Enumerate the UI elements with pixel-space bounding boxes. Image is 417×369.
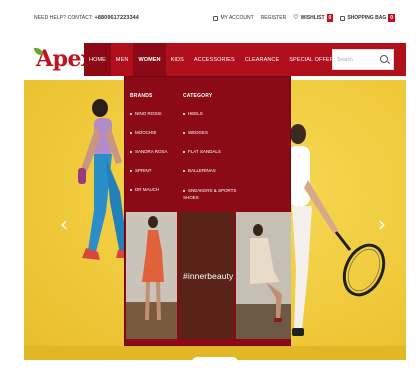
promo-hashtag: #innerbeauty bbox=[183, 271, 234, 281]
register-label: REGISTER bbox=[260, 15, 287, 21]
heart-icon: ♡ bbox=[293, 15, 299, 21]
category-link[interactable]: WEDGES bbox=[183, 130, 241, 136]
search-box[interactable]: Search bbox=[332, 49, 394, 70]
nav-women[interactable]: WOMEN bbox=[133, 43, 166, 76]
nav-kids[interactable]: KIDS bbox=[166, 43, 189, 76]
nav-special-offer[interactable]: SPECIAL OFFER bbox=[284, 43, 339, 76]
chevron-left-icon[interactable]: ‹ bbox=[60, 214, 68, 234]
category-heading: CATEGORY bbox=[183, 93, 213, 99]
model-in-dress-image bbox=[126, 216, 177, 339]
phone-number[interactable]: +8809617223344 bbox=[95, 15, 139, 21]
nav-clearance[interactable]: CLEARANCE bbox=[240, 43, 285, 76]
wishlist-link[interactable]: ♡ WISHLIST 0 bbox=[293, 14, 334, 22]
register-link[interactable]: REGISTER bbox=[261, 15, 287, 21]
my-account-label: MY ACCOUNT bbox=[220, 15, 254, 21]
chevron-right-icon[interactable]: › bbox=[378, 214, 386, 234]
nav-home[interactable]: HOME bbox=[84, 43, 111, 76]
brand-link[interactable]: SANDRA ROSA bbox=[130, 149, 168, 155]
top-utility-bar: NEED HELP? CONTACT: +8809617223344 MY AC… bbox=[0, 0, 417, 40]
slider-pagination[interactable] bbox=[192, 357, 238, 367]
promo-innerbeauty[interactable]: #innerbeauty bbox=[179, 212, 234, 339]
category-link[interactable]: HEELS bbox=[183, 111, 241, 117]
shopping-bag-link[interactable]: SHOPPING BAG 0 bbox=[340, 14, 395, 22]
brand-link[interactable]: SPRINT bbox=[130, 168, 168, 174]
model-seated-image bbox=[236, 224, 291, 339]
promo-image-dress[interactable] bbox=[126, 212, 177, 339]
user-icon bbox=[213, 15, 219, 21]
bag-icon bbox=[340, 15, 346, 21]
women-mega-menu: BRANDS NINO ROSSI MOOCHIE SANDRA ROSA SP… bbox=[124, 76, 291, 346]
account-links: MY ACCOUNT REGISTER ♡ WISHLIST 0 SHOPPIN… bbox=[213, 14, 395, 22]
shopping-bag-label: SHOPPING BAG bbox=[347, 15, 387, 21]
nav-accessories[interactable]: ACCESSORIES bbox=[189, 43, 240, 76]
category-link[interactable]: BALLERINAS bbox=[183, 168, 241, 174]
brands-column: BRANDS NINO ROSSI MOOCHIE SANDRA ROSA SP… bbox=[130, 93, 168, 206]
wishlist-label: WISHLIST bbox=[300, 15, 325, 21]
nav-men[interactable]: MEN bbox=[111, 43, 134, 76]
category-link[interactable]: FLAT SANDALS bbox=[183, 149, 241, 155]
wishlist-count-badge: 0 bbox=[326, 14, 334, 22]
my-account-link[interactable]: MY ACCOUNT bbox=[213, 15, 254, 21]
tennis-player-figure bbox=[288, 124, 386, 336]
help-label: NEED HELP? CONTACT: bbox=[34, 15, 94, 21]
brand-link[interactable]: DR MAUCH bbox=[130, 187, 168, 193]
category-column: CATEGORY HEELS WEDGES FLAT SANDALS BALLE… bbox=[183, 93, 241, 214]
search-icon[interactable] bbox=[380, 55, 388, 63]
brand-link[interactable]: NINO ROSSI bbox=[130, 111, 168, 117]
brand-link[interactable]: MOOCHIE bbox=[130, 130, 168, 136]
promo-image-seated[interactable] bbox=[236, 212, 291, 339]
search-input[interactable]: Search bbox=[337, 57, 353, 63]
brands-heading: BRANDS bbox=[130, 93, 153, 99]
bag-count-badge: 0 bbox=[388, 14, 395, 22]
category-link[interactable]: SNEAKERS & SPORTS SHOES bbox=[183, 187, 241, 201]
leaf-icon bbox=[30, 48, 44, 70]
help-contact: NEED HELP? CONTACT: +8809617223344 bbox=[34, 15, 139, 21]
